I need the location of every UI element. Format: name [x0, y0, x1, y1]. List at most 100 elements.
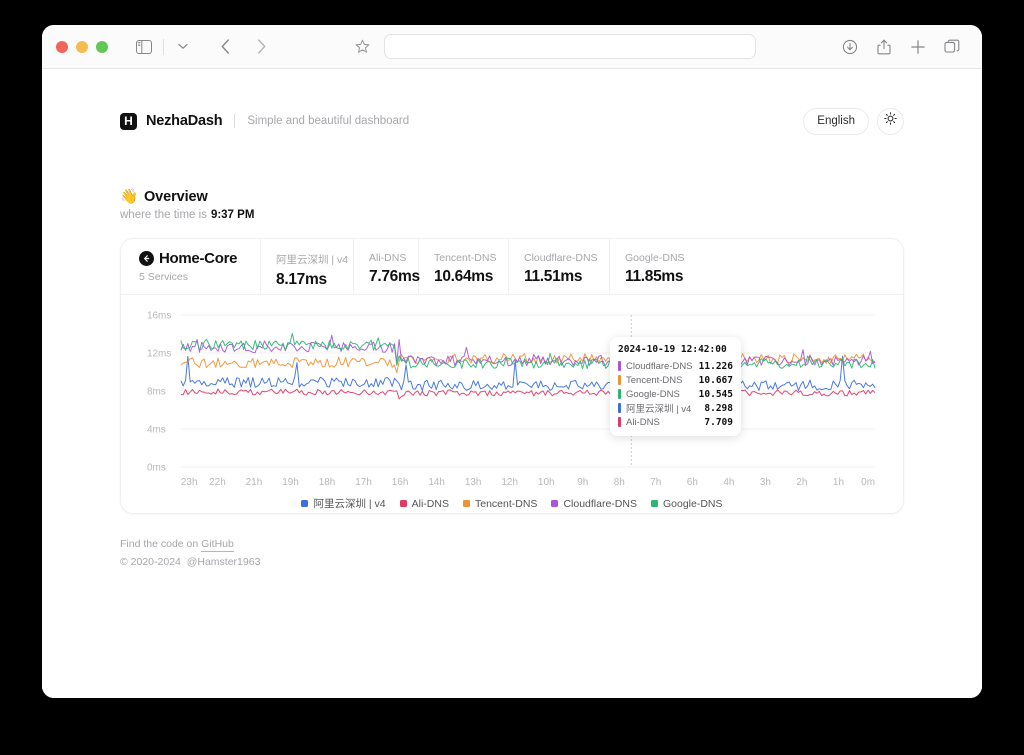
tab-overview-icon[interactable] — [938, 33, 966, 61]
metric-value: 11.51ms — [524, 268, 583, 285]
share-icon[interactable] — [870, 33, 898, 61]
legend-item[interactable]: Google-DNS — [650, 496, 723, 511]
y-axis-tick: 8ms — [147, 386, 166, 397]
chevron-down-icon[interactable] — [169, 33, 197, 61]
maximize-window-button[interactable] — [96, 40, 108, 53]
metric-label: Cloudflare-DNS — [524, 252, 598, 264]
latency-chart[interactable]: 16ms 12ms 8ms 4ms 0ms 23h 22h 21h 19h 18h 17h 16h 14… — [121, 295, 903, 513]
tooltip-color-swatch-icon — [618, 375, 621, 385]
back-arrow-icon[interactable] — [211, 33, 239, 61]
brand-tagline: Simple and beautiful dashboard — [247, 115, 410, 127]
brand-name: NezhaDash — [146, 113, 223, 129]
x-axis-tick: 18h — [319, 477, 336, 488]
window-traffic-lights[interactable] — [56, 40, 108, 53]
star-icon[interactable] — [355, 39, 370, 54]
legend-label: Tencent-DNS — [474, 497, 538, 510]
page-content: H NezhaDash Simple and beautiful dashboa… — [42, 69, 982, 698]
metric-tab-google-dns[interactable]: Google-DNS 11.85ms — [610, 239, 903, 294]
metric-tab-ali-dns[interactable]: Ali-DNS 7.76ms — [354, 239, 420, 294]
brand-divider — [234, 114, 236, 128]
latency-chart-svg[interactable]: 16ms 12ms 8ms 4ms 0ms 23h 22h 21h 19h 18h 17h 16h 14… — [145, 307, 879, 493]
y-axis-tick: 4ms — [147, 424, 166, 435]
metric-label: Google-DNS — [625, 252, 685, 264]
metric-tab-cloudflare-dns[interactable]: Cloudflare-DNS 11.51ms — [509, 239, 610, 294]
metric-tab-aliyun-shenzhen[interactable]: 阿里云深圳 | v4 8.17ms — [261, 239, 354, 294]
metric-label: 阿里云深圳 | v4 — [276, 254, 349, 266]
x-axis-tick: 23h — [181, 477, 198, 488]
service-group-name: Home-Core — [159, 250, 238, 267]
download-icon[interactable] — [836, 33, 864, 61]
tooltip-row: Ali-DNS 7.709 — [618, 415, 733, 429]
x-axis-tick: 8h — [614, 477, 625, 488]
overview-subtitle-prefix: where the time is — [120, 209, 207, 221]
tooltip-series-name: Ali-DNS — [626, 416, 660, 428]
x-axis-tick: 3h — [760, 477, 771, 488]
x-axis-tick: 16h — [392, 477, 409, 488]
theme-toggle-button[interactable] — [877, 107, 904, 135]
overview-subtitle: where the time is 9:37 PM — [120, 209, 904, 221]
footer-copyright-line: © 2020-2024 @Hamster1963 — [120, 556, 904, 568]
tooltip-timestamp: 2024-10-19 12:42:00 — [618, 344, 727, 355]
legend-swatch-icon — [301, 500, 309, 507]
minimize-window-button[interactable] — [76, 40, 88, 53]
forward-arrow-icon[interactable] — [247, 33, 275, 61]
legend-item[interactable]: Cloudflare-DNS — [551, 496, 637, 511]
legend-label: Ali-DNS — [411, 497, 449, 510]
tooltip-series-value: 7.709 — [704, 416, 733, 428]
language-switcher-button[interactable]: English — [803, 107, 869, 135]
plus-icon[interactable] — [904, 33, 932, 61]
tooltip-series-value: 10.545 — [698, 388, 733, 400]
x-axis-tick: 0m — [861, 477, 875, 488]
metric-value: 10.64ms — [434, 268, 494, 285]
footer-find-code-text: Find the code on — [120, 538, 199, 550]
legend-label: Google-DNS — [662, 497, 723, 510]
tooltip-rows: Cloudflare-DNS 11.226 Tencent-DNS 10.667 Goo… — [618, 359, 733, 429]
legend-item[interactable]: Tencent-DNS — [462, 496, 538, 511]
page-title: 👋 Overview — [120, 188, 904, 206]
footer-author: @Hamster1963 — [186, 556, 261, 568]
toolbar-divider — [163, 38, 164, 55]
brand[interactable]: H NezhaDash Simple and beautiful dashboa… — [120, 112, 410, 130]
legend-swatch-icon — [650, 500, 658, 507]
x-axis-tick: 12h — [501, 477, 518, 488]
tooltip-series-name: Google-DNS — [626, 388, 680, 400]
tooltip-series-value: 10.667 — [698, 374, 733, 386]
service-group-title: Home-Core — [139, 250, 260, 267]
overview-title-text: Overview — [143, 188, 208, 205]
service-metric-tabs: Home-Core 5 Services 阿里云深圳 | v4 8.17ms A… — [121, 239, 903, 295]
footer-source-line: Find the code on GitHub — [120, 538, 904, 552]
metric-label: Tencent-DNS — [434, 252, 497, 264]
x-axis-tick: 4h — [723, 477, 734, 488]
chart-tooltip: 2024-10-19 12:42:00 Cloudflare-DNS 11.226… — [610, 337, 741, 436]
x-axis-tick: 17h — [355, 477, 372, 488]
tooltip-color-swatch-icon — [618, 417, 621, 427]
github-link[interactable]: GitHub — [201, 538, 234, 552]
overview-section: 👋 Overview where the time is 9:37 PM — [120, 188, 904, 222]
service-count: 5 Services — [139, 271, 189, 283]
x-axis-tick: 1h — [833, 477, 844, 488]
legend-swatch-icon — [399, 500, 407, 507]
x-axis-tick: 13h — [465, 477, 482, 488]
tooltip-color-swatch-icon — [618, 389, 621, 399]
x-axis-tick: 9h — [577, 477, 588, 488]
tooltip-color-swatch-icon — [618, 403, 621, 413]
address-input[interactable] — [384, 34, 756, 59]
sidebar-icon[interactable] — [130, 33, 158, 61]
close-window-button[interactable] — [56, 40, 68, 53]
back-arrow-circle-icon[interactable] — [139, 251, 154, 266]
chart-legend: 阿里云深圳 | v4 Ali-DNS Tencent-DNS Cloudflare-D… — [145, 496, 879, 511]
legend-item[interactable]: Ali-DNS — [399, 496, 449, 511]
tooltip-series-value: 11.226 — [698, 360, 733, 372]
tooltip-row: Google-DNS 10.545 — [618, 387, 733, 401]
metric-value: 8.17ms — [276, 271, 327, 288]
browser-window: H NezhaDash Simple and beautiful dashboa… — [42, 25, 982, 698]
service-group-tab[interactable]: Home-Core 5 Services — [121, 239, 261, 294]
legend-label: Cloudflare-DNS — [563, 497, 637, 510]
x-axis-tick: 6h — [687, 477, 698, 488]
service-card: Home-Core 5 Services 阿里云深圳 | v4 8.17ms A… — [120, 238, 904, 514]
metric-tab-tencent-dns[interactable]: Tencent-DNS 10.64ms — [419, 239, 509, 294]
legend-item[interactable]: 阿里云深圳 | v4 — [301, 496, 386, 511]
x-axis-tick: 19h — [282, 477, 299, 488]
x-axis-tick: 21h — [246, 477, 263, 488]
x-axis-tick: 22h — [209, 477, 226, 488]
